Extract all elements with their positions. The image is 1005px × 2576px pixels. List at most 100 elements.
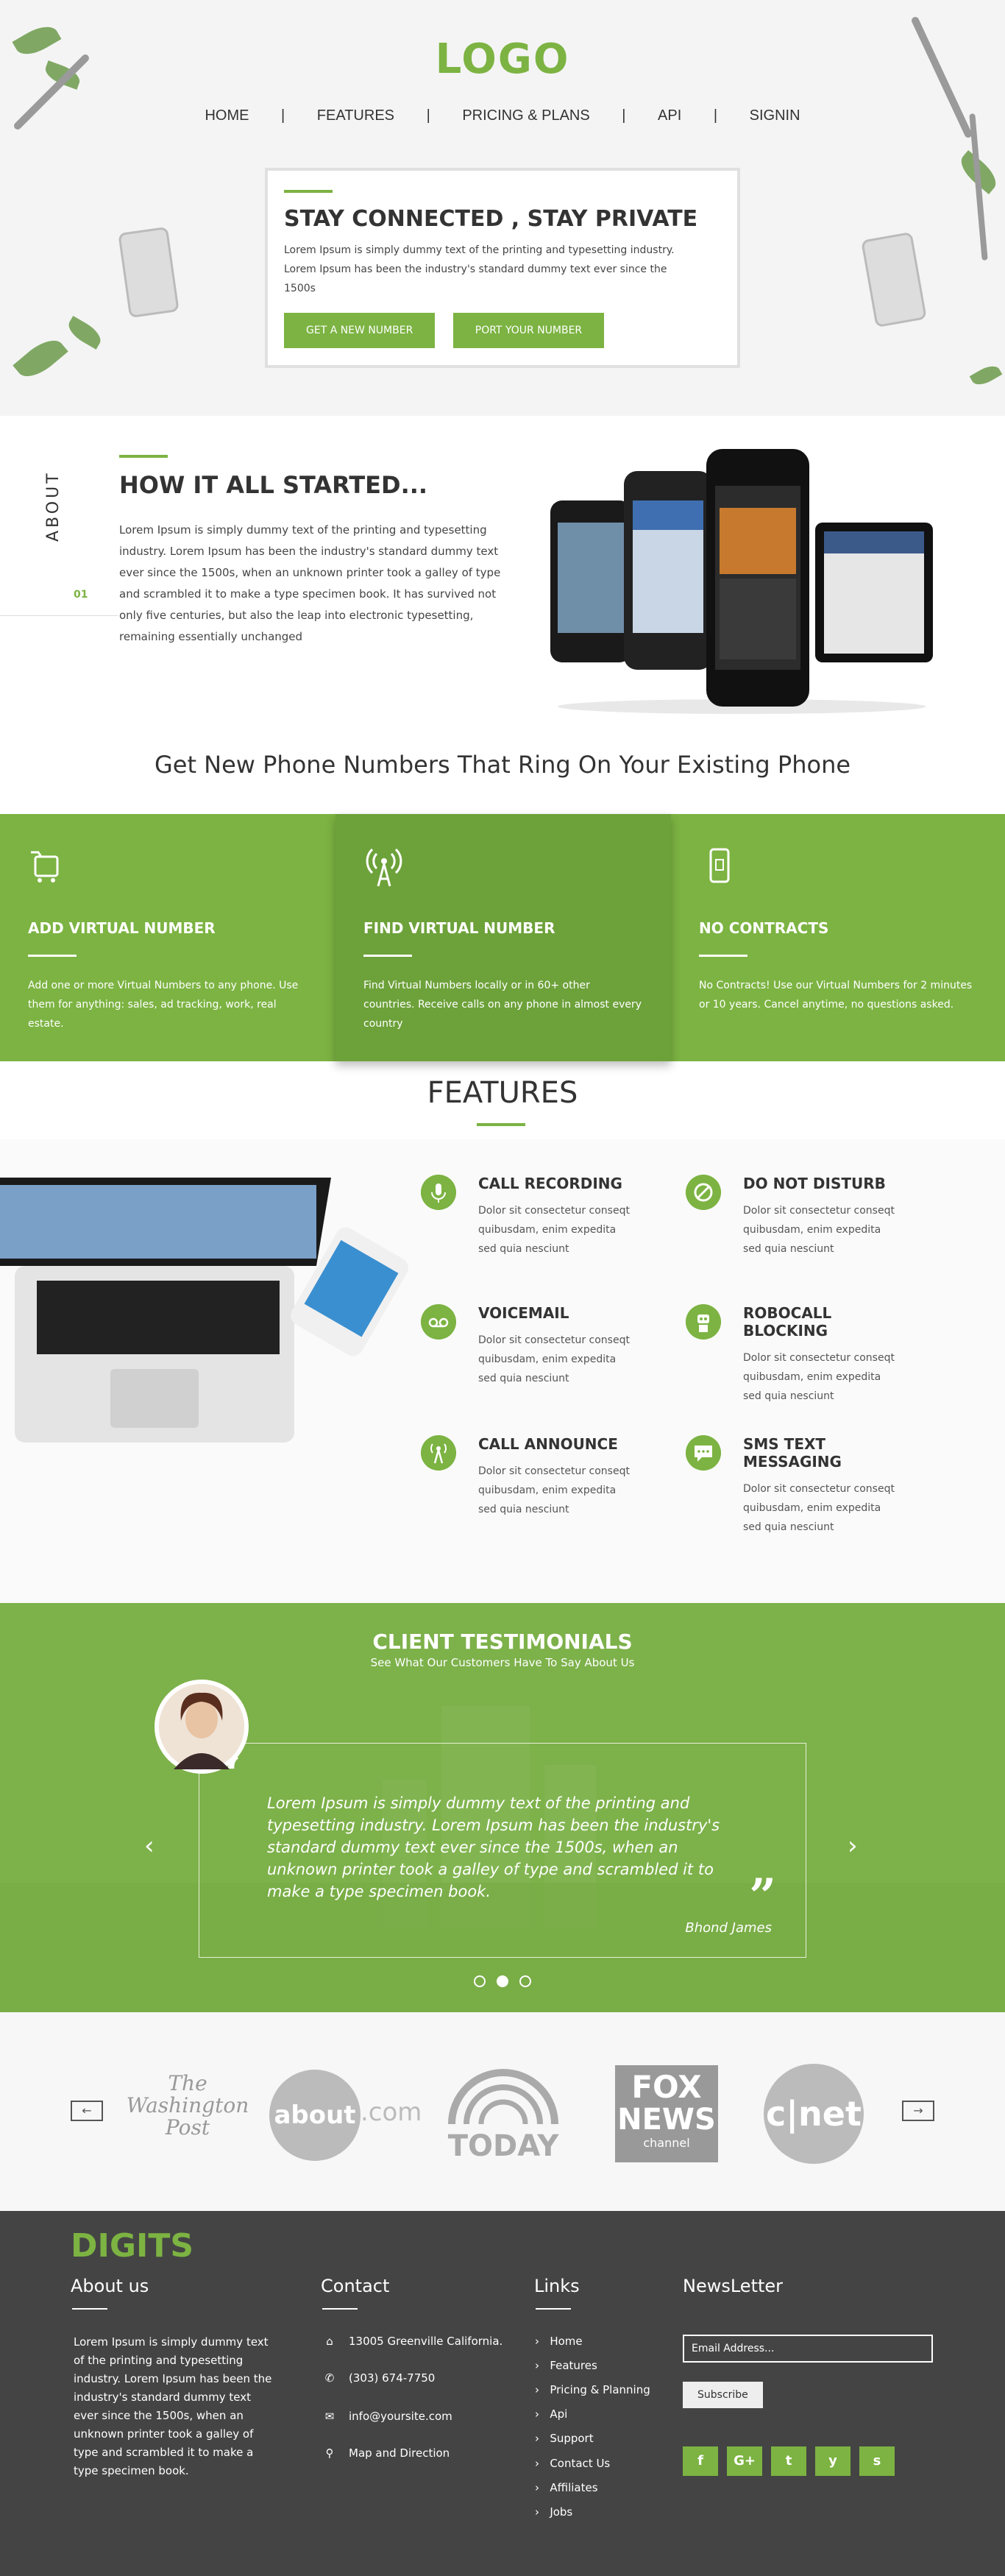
footer-link-jobs[interactable]: › Jobs xyxy=(535,2505,572,2519)
leaf-decoration xyxy=(64,316,105,350)
feature-card-text: Find Virtual Numbers locally or in 60+ o… xyxy=(363,980,642,1030)
prev-arrow-icon[interactable]: ‹ xyxy=(144,1831,155,1861)
hero-section: LOGO HOME | FEATURES | PRICING & PLANS |… xyxy=(0,0,1005,416)
site-logo[interactable]: LOGO xyxy=(0,35,1005,83)
map-pin-icon: ⚲ xyxy=(325,2446,334,2460)
contact-address: ⌂ 13005 Greenville California. xyxy=(322,2335,502,2348)
testimonials-section: CLIENT TESTIMONIALS See What Our Custome… xyxy=(0,1603,1005,2012)
footer-link-home[interactable]: › Home xyxy=(535,2335,583,2348)
skype-icon[interactable]: s xyxy=(859,2446,895,2476)
footer-links-title: Links xyxy=(534,2276,580,2296)
feature-title: CALL ANNOUNCE xyxy=(478,1435,618,1453)
testimonial-card: “ Lorem Ipsum is simply dummy text of th… xyxy=(199,1743,806,1958)
block-icon xyxy=(686,1175,721,1210)
prev-arrow-icon[interactable]: ← xyxy=(71,2101,103,2121)
mic-icon xyxy=(421,1175,456,1210)
nav-signin[interactable]: SIGNIN xyxy=(750,107,800,124)
about-text: Lorem Ipsum is simply dummy text of the … xyxy=(119,523,501,643)
footer-link-features[interactable]: › Features xyxy=(535,2359,597,2372)
contact-phone: ✆ (303) 674-7750 xyxy=(322,2371,436,2385)
robot-icon xyxy=(686,1304,721,1340)
leaf-decoration xyxy=(969,361,1003,389)
today-logo: TODAY xyxy=(444,2067,562,2163)
nav-separator: | xyxy=(426,107,430,124)
footer-link-contact[interactable]: › Contact Us xyxy=(535,2457,610,2470)
signal-tower-icon xyxy=(366,848,402,887)
laptop-image xyxy=(0,1178,412,1450)
contact-email[interactable]: ✉ info@yoursite.com xyxy=(322,2410,452,2423)
cart-icon xyxy=(31,851,59,882)
footer: DIGITS About us Lorem Ipsum is simply du… xyxy=(0,2211,1005,2576)
feature-card-find: FIND VIRTUAL NUMBER Find Virtual Numbers… xyxy=(335,814,671,1061)
divider xyxy=(0,615,118,616)
facebook-icon[interactable]: f xyxy=(683,2446,718,2476)
feature-item: ROBOCALL BLOCKING Dolor sit consectetur … xyxy=(686,1304,899,1406)
footer-link-pricing[interactable]: › Pricing & Planning xyxy=(535,2383,650,2396)
nav-features[interactable]: FEATURES xyxy=(317,107,394,124)
feature-item: VOICEMAIL Dolor sit consectetur conseqt … xyxy=(421,1304,634,1388)
yelp-icon[interactable]: y xyxy=(815,2446,850,2476)
feature-card-title: FIND VIRTUAL NUMBER xyxy=(363,919,555,937)
about-title: HOW IT ALL STARTED... xyxy=(119,471,428,499)
footer-link-support[interactable]: › Support xyxy=(535,2432,594,2445)
main-nav: HOME | FEATURES | PRICING & PLANS | API … xyxy=(0,107,1005,124)
washington-post-logo: The Washington Post xyxy=(126,2071,249,2140)
newsletter-email-input[interactable] xyxy=(683,2335,933,2363)
feature-title: ROBOCALL BLOCKING xyxy=(743,1304,832,1340)
hero-card: STAY CONNECTED , STAY PRIVATE Lorem Ipsu… xyxy=(265,168,740,368)
feature-text: Dolor sit consectetur conseqt quibusdam,… xyxy=(743,1352,895,1402)
virtual-number-strip: ADD VIRTUAL NUMBER Add one or more Virtu… xyxy=(0,814,1005,1061)
feature-title: CALL RECORDING xyxy=(478,1175,622,1192)
accent-bar xyxy=(363,955,412,957)
subscribe-button[interactable]: Subscribe xyxy=(683,2382,763,2408)
feature-text: Dolor sit consectetur conseqt quibusdam,… xyxy=(743,1483,895,1533)
feature-card-title: ADD VIRTUAL NUMBER xyxy=(28,919,216,937)
feature-title: SMS TEXT MESSAGING xyxy=(743,1435,842,1471)
voicemail-icon xyxy=(421,1304,456,1340)
feature-card-no-contracts: NO CONTRACTS No Contracts! Use our Virtu… xyxy=(671,814,1005,1061)
about-vertical-label: ABOUT xyxy=(44,470,63,542)
antenna-icon xyxy=(421,1435,456,1471)
cnet-logo: c|net xyxy=(764,2064,864,2164)
phone-icon: ✆ xyxy=(324,2371,335,2385)
accent-bar xyxy=(28,955,77,957)
features-title: FEATURES xyxy=(427,1076,578,1110)
next-arrow-icon[interactable]: › xyxy=(848,1831,858,1861)
feature-text: Dolor sit consectetur conseqt quibusdam,… xyxy=(478,1465,630,1515)
chat-icon xyxy=(686,1435,721,1471)
footer-about-text: Lorem Ipsum is simply dummy text of the … xyxy=(74,2335,272,2477)
nav-pricing[interactable]: PRICING & PLANS xyxy=(462,107,589,124)
divider xyxy=(322,2308,358,2310)
close-quote-icon: ” xyxy=(749,1869,776,1924)
nav-separator: | xyxy=(713,107,718,124)
testimonial-author: Bhond James xyxy=(685,1920,772,1936)
contact-map[interactable]: ⚲ Map and Direction xyxy=(322,2446,450,2460)
footer-brand[interactable]: DIGITS xyxy=(71,2227,193,2265)
get-new-number-button[interactable]: GET A NEW NUMBER xyxy=(284,313,436,348)
google-plus-icon[interactable]: G+ xyxy=(727,2446,762,2476)
phones-image xyxy=(543,442,940,721)
feature-card-add: ADD VIRTUAL NUMBER Add one or more Virtu… xyxy=(0,814,335,1061)
feature-card-text: Add one or more Virtual Numbers to any p… xyxy=(28,980,299,1030)
nav-api[interactable]: API xyxy=(658,107,681,124)
twitter-icon[interactable]: t xyxy=(771,2446,806,2476)
testimonials-title: CLIENT TESTIMONIALS xyxy=(372,1630,633,1654)
about-com-suffix: .com xyxy=(361,2098,422,2127)
nav-home[interactable]: HOME xyxy=(205,107,249,124)
carousel-dot[interactable] xyxy=(474,1975,486,1987)
phone-decoration xyxy=(861,231,927,328)
carousel-dot-active[interactable] xyxy=(497,1975,508,1987)
nav-separator: | xyxy=(281,107,285,124)
port-number-button[interactable]: PORT YOUR NUMBER xyxy=(452,313,605,348)
footer-link-affiliates[interactable]: › Affiliates xyxy=(535,2481,598,2494)
feature-text: Dolor sit consectetur conseqt quibusdam,… xyxy=(478,1334,630,1384)
carousel-dot[interactable] xyxy=(519,1975,531,1987)
feature-card-text: No Contracts! Use our Virtual Numbers fo… xyxy=(699,980,973,1011)
footer-link-api[interactable]: › Api xyxy=(535,2407,567,2421)
next-arrow-icon[interactable]: → xyxy=(902,2101,934,2121)
phone-decoration xyxy=(118,226,180,319)
footer-contact-title: Contact xyxy=(321,2276,390,2296)
avatar xyxy=(155,1680,249,1774)
press-logos: ← → The Washington Post about .com TODAY F… xyxy=(0,2012,1005,2211)
accent-bar xyxy=(699,955,747,957)
